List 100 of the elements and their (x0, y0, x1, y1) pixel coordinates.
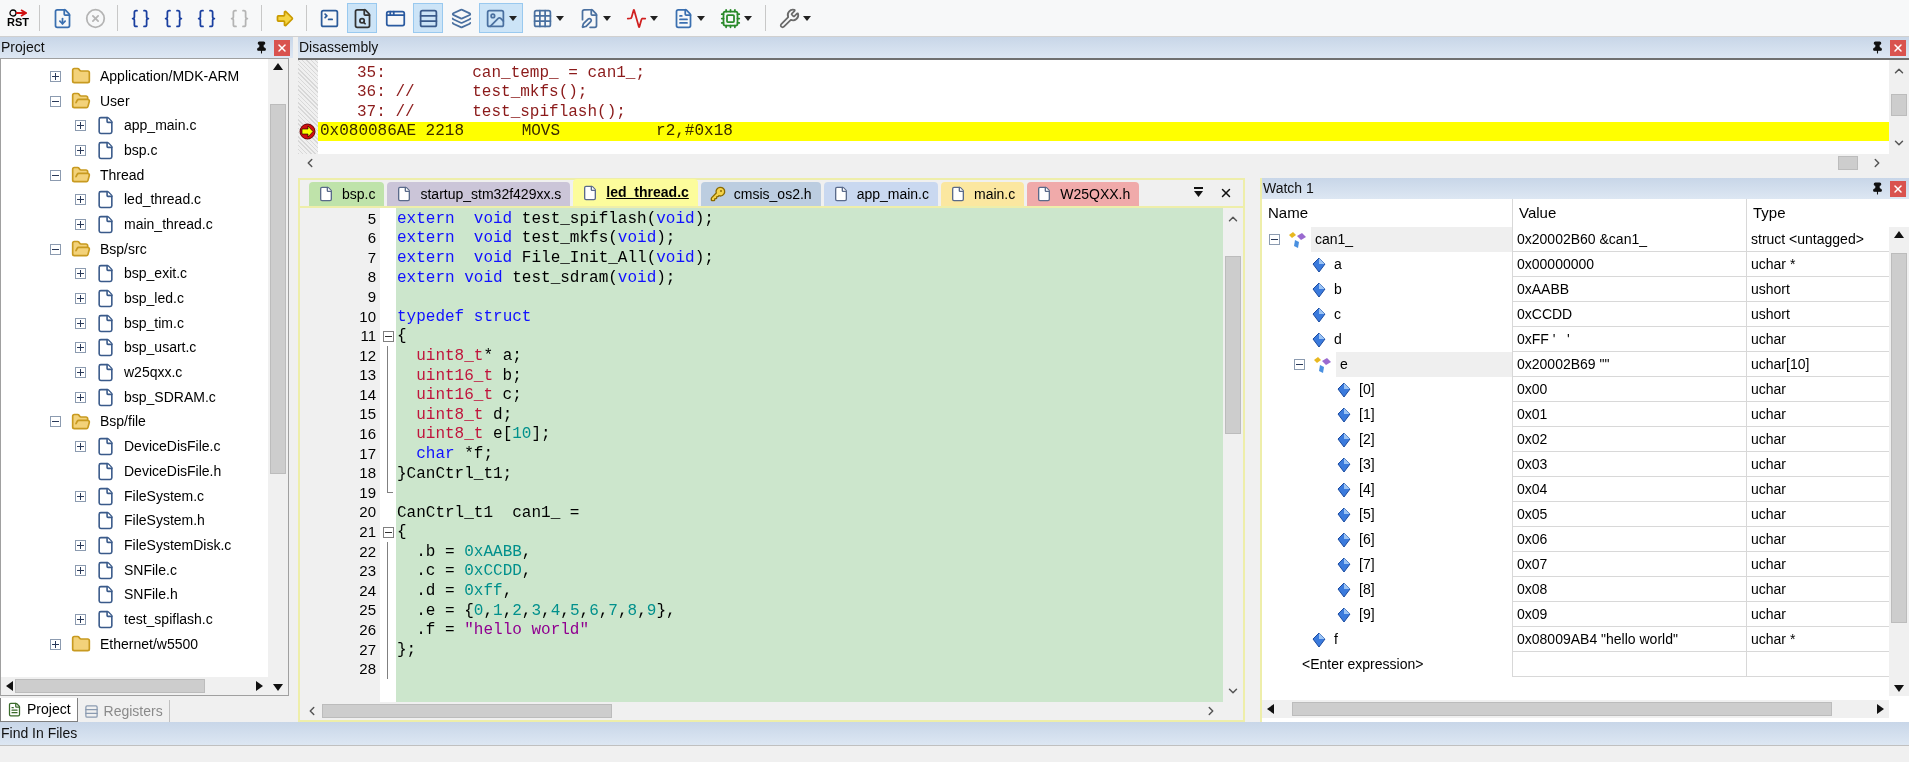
line-number: 18 (359, 463, 376, 484)
watch-value[interactable]: 0x20002B69 "" (1512, 352, 1746, 377)
editor-tab[interactable]: W25QXX.h (1027, 182, 1140, 206)
line-number: 5 (367, 208, 376, 229)
watch-value[interactable]: 0x04 (1512, 477, 1746, 502)
tree-item[interactable]: app_main.c (124, 115, 197, 137)
watch-value[interactable]: 0x05 (1512, 502, 1746, 527)
line-number: 15 (359, 404, 376, 425)
tree-item[interactable]: DeviceDisFile.c (124, 436, 221, 458)
code-line: extern void test_spiflash(void); (397, 210, 714, 227)
tree-item[interactable]: SNFile.c (124, 559, 177, 581)
watch-value[interactable]: 0x01 (1512, 402, 1746, 427)
watch-name[interactable]: [5] (1355, 504, 1375, 525)
line-number: 8 (367, 267, 376, 288)
tree-item[interactable]: main_thread.c (124, 213, 213, 235)
tree-item[interactable]: Bsp/src (100, 238, 147, 260)
code-line: extern void File_Init_All(void); (397, 250, 714, 266)
column-header[interactable]: Value (1512, 199, 1746, 227)
panel-title: Watch 1 (1263, 179, 1314, 198)
code-line: char *f; (415, 445, 493, 462)
watch-value[interactable]: 0x20002B60 &can1_ (1512, 227, 1746, 252)
watch-name[interactable]: [2] (1355, 429, 1375, 450)
watch-name[interactable]: b (1330, 279, 1342, 300)
editor-tab[interactable]: led_thread.c (573, 179, 698, 206)
line-number: 12 (359, 345, 376, 366)
tree-item[interactable]: Ethernet/w5500 (100, 633, 199, 655)
watch-value[interactable]: 0x00 (1512, 377, 1746, 402)
line-number: 13 (359, 365, 376, 386)
line-number: 23 (359, 561, 376, 582)
tree-item[interactable]: bsp.c (124, 139, 158, 161)
watch-value[interactable]: 0x07 (1512, 552, 1746, 577)
tree-item[interactable]: bsp_tim.c (124, 312, 184, 334)
watch-name[interactable]: d (1330, 329, 1342, 350)
tree-item[interactable]: FileSystemDisk.c (124, 534, 232, 556)
source-line: 37: // test_spiflash(); (356, 103, 626, 120)
watch-value[interactable]: 0x03 (1512, 452, 1746, 477)
watch-name[interactable]: e (1336, 352, 1512, 377)
code-line: uint16_t c; (415, 387, 522, 404)
watch-name[interactable]: [1] (1355, 404, 1375, 425)
tree-item[interactable]: Application/MDK-ARM (100, 65, 240, 87)
reset-button[interactable]: RST (4, 3, 32, 33)
editor-tab[interactable]: main.c (941, 182, 1025, 206)
line-number: 19 (359, 482, 376, 503)
watch-name[interactable]: f (1330, 629, 1338, 650)
watch-name[interactable]: c (1330, 304, 1341, 325)
panel-title: Disassembly (299, 38, 379, 57)
tree-item[interactable]: led_thread.c (124, 189, 202, 211)
editor-tab[interactable]: startup_stm32f429xx.s (387, 182, 571, 206)
tree-item[interactable]: DeviceDisFile.h (124, 460, 222, 482)
watch-value[interactable]: 0x09 (1512, 602, 1746, 627)
tree-item[interactable]: User (100, 90, 130, 112)
line-number: 27 (359, 639, 376, 660)
watch-value[interactable]: 0x08 (1512, 577, 1746, 602)
column-header[interactable]: Type (1746, 199, 1889, 227)
tree-item[interactable]: test_spiflash.c (124, 608, 213, 630)
watch-name[interactable]: can1_ (1311, 227, 1512, 252)
watch-name[interactable]: [4] (1355, 479, 1375, 500)
watch-value[interactable]: 0xAABB (1512, 277, 1746, 302)
watch-name[interactable]: [6] (1355, 529, 1375, 550)
watch-name[interactable]: [9] (1355, 604, 1375, 625)
watch-value[interactable]: 0x06 (1512, 527, 1746, 552)
editor-tab[interactable]: app_main.c (823, 182, 938, 206)
tree-item[interactable]: bsp_usart.c (124, 337, 197, 359)
code-line: .f = "hello world" (415, 622, 590, 639)
watch-value[interactable]: 0xCCDD (1512, 302, 1746, 327)
tree-item[interactable]: w25qxx.c (124, 362, 183, 384)
watch-value[interactable]: 0x08009AB4 "hello world" (1512, 627, 1746, 652)
watch-value[interactable]: 0x02 (1512, 427, 1746, 452)
line-number: 26 (359, 620, 376, 640)
tree-item[interactable]: SNFile.h (124, 584, 178, 606)
watch-value[interactable]: 0xFF ' ' (1512, 327, 1746, 352)
code-line: uint8_t e[10]; (415, 426, 551, 443)
panel-tab[interactable]: Project (0, 698, 78, 722)
watch-value[interactable]: 0x00000000 (1512, 252, 1746, 277)
tree-item[interactable]: bsp_SDRAM.c (124, 386, 216, 408)
enter-expression-field[interactable]: <Enter expression> (1262, 652, 1512, 677)
tree-item[interactable]: Bsp/file (100, 411, 146, 433)
code-line: .b = 0xAABB, (415, 543, 532, 560)
watch-name[interactable]: a (1330, 254, 1342, 275)
watch-name[interactable]: [8] (1355, 579, 1375, 600)
editor-tab[interactable]: cmsis_os2.h (700, 182, 821, 206)
watch-name[interactable]: [7] (1355, 554, 1375, 575)
tree-item[interactable]: bsp_led.c (124, 288, 184, 310)
code-line: .d = 0xff, (415, 583, 513, 600)
panel-title: Find In Files (1, 724, 78, 743)
code-line: typedef struct (397, 308, 532, 325)
watch-name[interactable]: [0] (1355, 379, 1375, 400)
line-number: 7 (367, 247, 376, 268)
code-line: .c = 0xCCDD, (415, 563, 532, 580)
watch-name[interactable]: [3] (1355, 454, 1375, 475)
code-line: uint8_t d; (415, 406, 513, 423)
editor-tab[interactable]: bsp.c (309, 182, 385, 206)
line-number: 22 (359, 541, 376, 562)
column-header[interactable]: Name (1262, 199, 1512, 227)
tree-item[interactable]: bsp_exit.c (124, 263, 188, 285)
tree-item[interactable]: Thread (100, 164, 145, 186)
code-line: extern void test_mkfs(void); (397, 230, 676, 247)
tree-item[interactable]: FileSystem.h (124, 510, 205, 532)
tree-item[interactable]: FileSystem.c (124, 485, 205, 507)
panel-title: Project (1, 38, 45, 57)
